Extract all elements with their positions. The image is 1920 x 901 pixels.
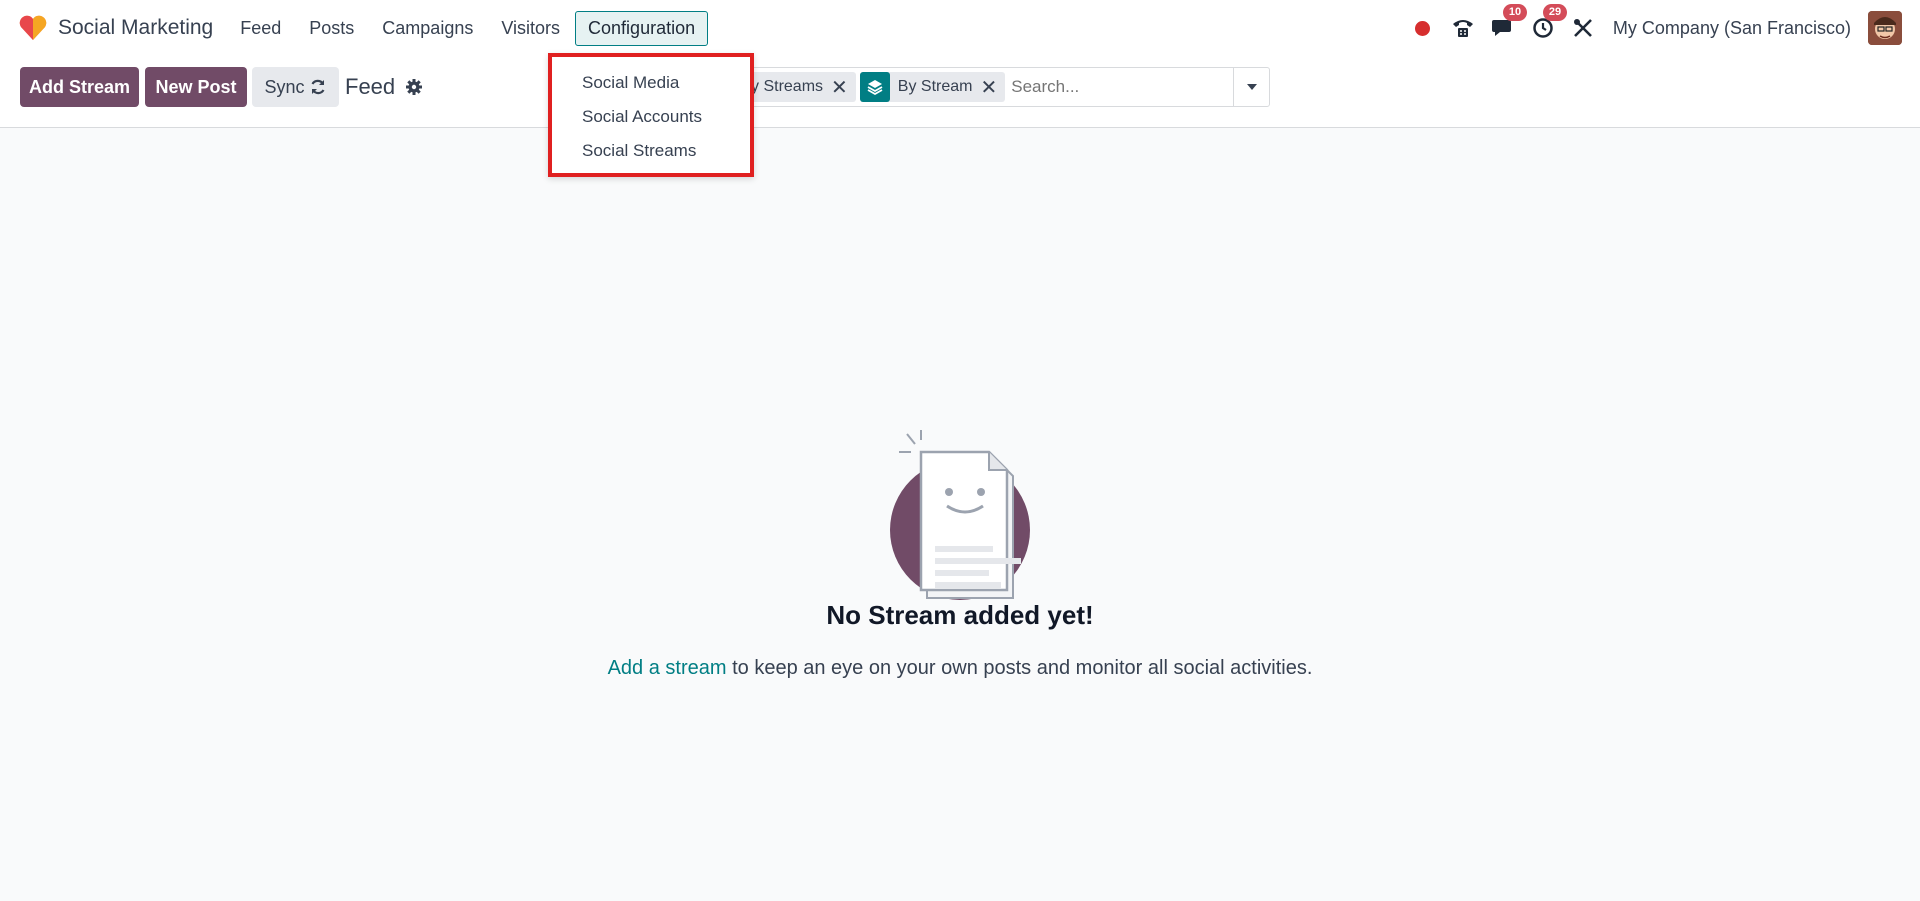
dropdown-item-social-media[interactable]: Social Media	[552, 66, 750, 100]
new-post-button[interactable]: New Post	[145, 67, 247, 107]
menu-item-campaigns[interactable]: Campaigns	[369, 11, 486, 46]
refresh-icon	[311, 79, 324, 95]
avatar[interactable]	[1868, 11, 1902, 45]
menu-item-configuration[interactable]: Configuration	[575, 10, 709, 46]
add-stream-button[interactable]: Add Stream	[20, 67, 139, 107]
facet-remove-icon[interactable]: ✕	[980, 75, 1005, 100]
tools-button[interactable]	[1569, 14, 1597, 42]
phone-button[interactable]	[1449, 14, 1477, 42]
dropdown-item-social-accounts[interactable]: Social Accounts	[552, 100, 750, 134]
search-bar: y Streams ✕ By Stream ✕	[740, 67, 1270, 107]
activities-badge: 29	[1542, 4, 1568, 21]
control-panel: Add Stream New Post Sync Feed y Streams …	[0, 56, 1920, 128]
facet-label: y Streams	[751, 78, 824, 95]
empty-state-title: No Stream added yet!	[826, 600, 1094, 630]
messages-button[interactable]: 10	[1489, 4, 1528, 42]
menu-item-posts[interactable]: Posts	[296, 11, 367, 46]
breadcrumb: Feed	[345, 74, 423, 100]
caret-down-icon	[1246, 84, 1257, 90]
gear-icon[interactable]	[405, 78, 423, 96]
top-navbar: Social Marketing Feed Posts Campaigns Vi…	[0, 0, 1920, 56]
phone-icon	[1452, 20, 1473, 37]
brand[interactable]: Social Marketing	[18, 13, 213, 43]
empty-document-illustration	[890, 430, 1030, 600]
search-input[interactable]	[1011, 77, 1222, 97]
app-logo-icon	[19, 15, 47, 40]
sync-label: Sync	[264, 76, 305, 97]
search-options-toggle[interactable]	[1233, 68, 1269, 106]
app-name: Social Marketing	[58, 16, 214, 39]
empty-state: No Stream added yet! Add a stream to kee…	[0, 430, 1920, 680]
dropdown-item-social-streams[interactable]: Social Streams	[552, 134, 750, 168]
menu-item-visitors[interactable]: Visitors	[488, 11, 573, 46]
facet-remove-icon[interactable]: ✕	[831, 75, 856, 100]
layers-icon	[859, 72, 890, 102]
company-switcher[interactable]: My Company (San Francisco)	[1613, 18, 1851, 39]
systray: 10 29 My Company (San Francisco)	[1409, 0, 1920, 56]
empty-state-description: to keep an eye on your own posts and mon…	[726, 657, 1313, 679]
messages-badge: 10	[1502, 4, 1528, 21]
activities-button[interactable]: 29	[1529, 4, 1568, 42]
facet-label: By Stream	[897, 78, 973, 95]
main-menu: Feed Posts Campaigns Visitors Configurat…	[227, 10, 710, 46]
search-facet-by-stream: By Stream ✕	[859, 72, 1006, 102]
search-facet-streams: y Streams ✕	[751, 72, 856, 102]
configuration-dropdown: Social Media Social Accounts Social Stre…	[548, 53, 754, 177]
page-title: Feed	[345, 74, 396, 99]
recording-indicator[interactable]	[1409, 14, 1437, 42]
add-stream-link[interactable]: Add a stream	[608, 657, 727, 679]
tools-icon	[1573, 19, 1592, 37]
empty-state-text: Add a stream to keep an eye on your own …	[608, 657, 1313, 680]
user-avatar-icon	[1868, 11, 1902, 45]
menu-item-feed[interactable]: Feed	[227, 11, 294, 46]
sync-button[interactable]: Sync	[252, 67, 339, 107]
record-dot-icon	[1415, 20, 1431, 36]
